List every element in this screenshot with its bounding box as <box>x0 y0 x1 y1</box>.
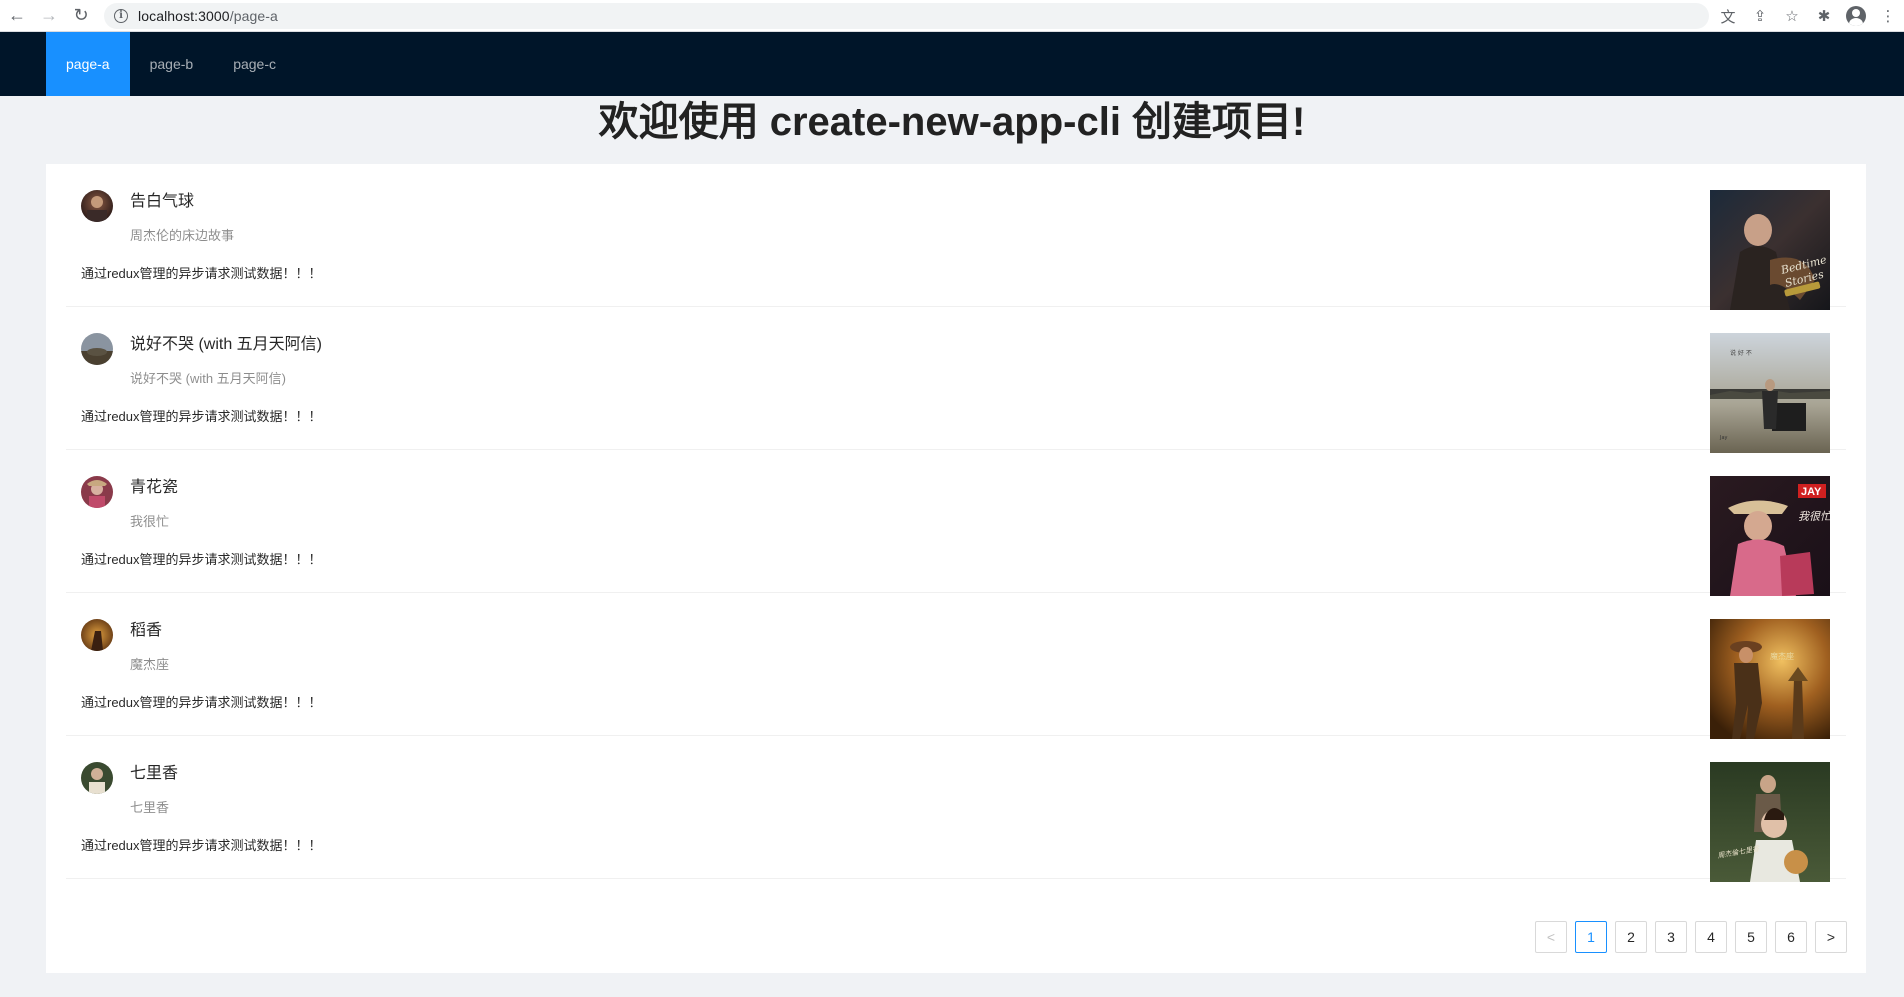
item-content: 通过redux管理的异步请求测试数据！！！ <box>81 695 322 710</box>
item-description: 魔杰座 <box>130 657 170 672</box>
item-content: 通过redux管理的异步请求测试数据！！！ <box>81 552 322 567</box>
page-button-6[interactable]: 6 <box>1775 921 1807 953</box>
nav-item-page-b[interactable]: page-b <box>130 32 214 96</box>
item-description: 周杰伦的床边故事 <box>130 228 235 243</box>
address-bar[interactable]: i localhost:3000/page-a <box>104 3 1709 29</box>
reload-icon[interactable]: ↻ <box>66 1 96 31</box>
app-header: page-a page-b page-c <box>0 32 1904 96</box>
nav-item-page-a[interactable]: page-a <box>46 32 130 96</box>
item-title[interactable]: 说好不哭 (with 五月天阿信) <box>130 334 322 356</box>
browser-menu-icon[interactable]: ⋮ <box>1872 0 1904 32</box>
item-content: 通过redux管理的异步请求测试数据！！！ <box>81 409 322 424</box>
avatar <box>81 333 113 365</box>
svg-text:JAY: JAY <box>1801 486 1822 498</box>
page-button-1[interactable]: 1 <box>1575 921 1607 953</box>
page-button-5[interactable]: 5 <box>1735 921 1767 953</box>
album-cover-image: Bedtime Stories <box>1710 190 1830 310</box>
share-icon[interactable]: ⇪ <box>1744 0 1776 32</box>
profile-icon[interactable] <box>1840 0 1872 32</box>
page-title: 欢迎使用 create-new-app-cli 创建项目! <box>598 100 1306 144</box>
avatar <box>81 190 113 222</box>
url-text: localhost:3000/page-a <box>138 8 278 24</box>
avatar <box>81 762 113 794</box>
forward-icon[interactable]: → <box>34 1 64 31</box>
back-icon[interactable]: ← <box>2 1 32 31</box>
list-item: 青花瓷 我很忙 通过redux管理的异步请求测试数据！！！ JAY 我很忙 <box>66 450 1846 596</box>
page-button-4[interactable]: 4 <box>1695 921 1727 953</box>
avatar <box>81 619 113 651</box>
svg-text:说 好 不: 说 好 不 <box>1730 349 1752 357</box>
page-button-2[interactable]: 2 <box>1615 921 1647 953</box>
item-content: 通过redux管理的异步请求测试数据！！！ <box>81 266 322 281</box>
list-item: 稻香 魔杰座 通过redux管理的异步请求测试数据！！！ 魔杰座 <box>66 593 1846 739</box>
browser-toolbar: ← → ↻ i localhost:3000/page-a 文 ⇪ ☆ ✱ ⋮ <box>0 0 1904 32</box>
item-title[interactable]: 青花瓷 <box>130 477 178 499</box>
item-description: 说好不哭 (with 五月天阿信) <box>130 371 287 386</box>
item-description: 我很忙 <box>130 514 170 529</box>
url-path: /page-a <box>229 8 278 24</box>
extensions-icon[interactable]: ✱ <box>1808 0 1840 32</box>
nav-item-page-c[interactable]: page-c <box>213 32 296 96</box>
svg-text:我很忙: 我很忙 <box>1798 510 1830 523</box>
item-content: 通过redux管理的异步请求测试数据！！！ <box>81 838 322 853</box>
album-cover-image: JAY 我很忙 <box>1710 476 1830 596</box>
album-cover-image: 魔杰座 <box>1710 619 1830 739</box>
item-title[interactable]: 稻香 <box>130 620 162 642</box>
album-cover-image: 说 好 不 Jay <box>1710 333 1830 453</box>
pagination-prev-button[interactable]: < <box>1535 921 1567 953</box>
pagination-next-button[interactable]: > <box>1815 921 1847 953</box>
pagination: < 1 2 3 4 5 6 > <box>1535 921 1847 953</box>
svg-text:Jay: Jay <box>1719 435 1728 441</box>
svg-text:魔杰座: 魔杰座 <box>1770 651 1794 661</box>
item-title[interactable]: 告白气球 <box>130 191 194 213</box>
translate-icon[interactable]: 文 <box>1712 0 1744 32</box>
page-button-3[interactable]: 3 <box>1655 921 1687 953</box>
album-cover-image: 周杰倫七里香 <box>1710 762 1830 882</box>
site-info-icon[interactable]: i <box>114 9 128 23</box>
list-item: 说好不哭 (with 五月天阿信) 说好不哭 (with 五月天阿信) 通过re… <box>66 307 1846 453</box>
item-title[interactable]: 七里香 <box>130 763 178 785</box>
avatar <box>81 476 113 508</box>
item-description: 七里香 <box>130 800 170 815</box>
list-item: 七里香 七里香 通过redux管理的异步请求测试数据！！！ 周杰倫七里香 <box>66 736 1846 882</box>
bookmark-star-icon[interactable]: ☆ <box>1776 0 1808 32</box>
browser-actions: 文 ⇪ ☆ ✱ ⋮ <box>1712 0 1904 32</box>
url-host: localhost:3000 <box>138 8 230 24</box>
list-card: 告白气球 周杰伦的床边故事 通过redux管理的异步请求测试数据！！！ Bedt… <box>46 164 1866 973</box>
list-item: 告白气球 周杰伦的床边故事 通过redux管理的异步请求测试数据！！！ Bedt… <box>66 164 1846 310</box>
song-list: 告白气球 周杰伦的床边故事 通过redux管理的异步请求测试数据！！！ Bedt… <box>66 164 1846 882</box>
